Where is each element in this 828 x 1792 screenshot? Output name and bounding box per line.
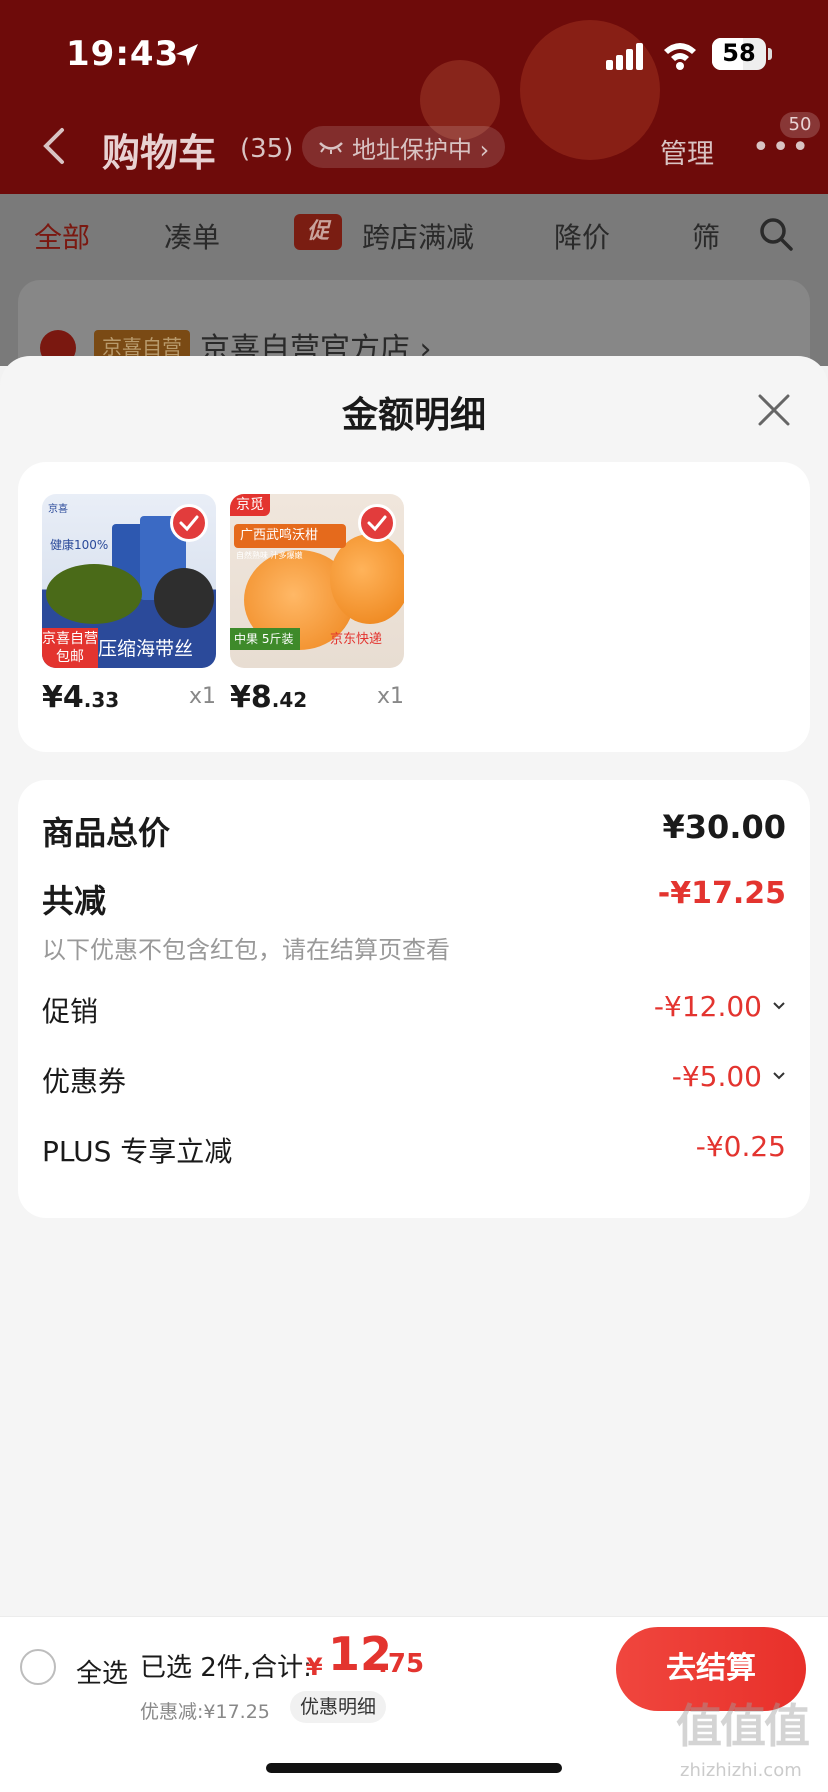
product-price: ¥4.33 bbox=[42, 680, 119, 715]
page-title: 购物车 bbox=[102, 131, 217, 175]
coupon-value: -¥5.00 bbox=[671, 1060, 762, 1093]
product-quantity: x1 bbox=[188, 684, 216, 709]
tab-filter[interactable]: 筛 bbox=[692, 216, 720, 256]
select-all-radio[interactable] bbox=[20, 1649, 56, 1685]
close-icon[interactable] bbox=[756, 392, 792, 428]
selected-summary: 已选 2件,合计: bbox=[140, 1653, 312, 1683]
cart-navbar: 购物车 (35) 地址保护中 › 管理 ••• 50 bbox=[0, 112, 828, 182]
status-time: 19:43 bbox=[66, 34, 180, 74]
battery-indicator: 58 bbox=[712, 38, 772, 70]
total-price-value: ¥30.00 bbox=[662, 808, 786, 846]
thumb-tag-bottom: 包邮 bbox=[56, 649, 84, 665]
amount-detail-sheet: 金额明细 京喜 健康100% 杜绝添加 京喜自营 包邮 压缩海带丝 ¥4.33 … bbox=[0, 356, 828, 1792]
product-price: ¥8.42 bbox=[230, 680, 307, 715]
discount-detail-button[interactable]: 优惠明细 bbox=[290, 1691, 387, 1723]
coupon-label: 优惠券 bbox=[42, 1065, 127, 1098]
total-price-label: 商品总价 bbox=[42, 814, 171, 852]
selected-check-icon[interactable] bbox=[170, 504, 208, 542]
thumb-product-name: 广西武鸣沃柑 bbox=[234, 524, 346, 548]
total-currency: ¥ bbox=[306, 1653, 323, 1681]
closed-eye-icon bbox=[319, 142, 343, 154]
discount-amount: 优惠减:¥17.25 bbox=[140, 1701, 270, 1723]
product-quantity: x1 bbox=[376, 684, 404, 709]
cart-count: (35) bbox=[240, 134, 294, 164]
thumb-weight: 中果 5斤装 bbox=[230, 628, 300, 650]
sheet-title: 金额明细 bbox=[341, 395, 486, 436]
chevron-down-icon[interactable] bbox=[772, 1000, 786, 1012]
thumb-brand: 京觅 bbox=[230, 494, 270, 516]
manage-button[interactable]: 管理 bbox=[660, 132, 714, 171]
tab-bundle[interactable]: 凑单 bbox=[164, 216, 220, 256]
price-decimal: .33 bbox=[83, 688, 120, 712]
total-decimal: .75 bbox=[378, 1649, 425, 1679]
thumb-product-name: 压缩海带丝 bbox=[98, 638, 194, 660]
total-discount-value: -¥17.25 bbox=[657, 876, 786, 911]
tab-all[interactable]: 全部 bbox=[34, 216, 90, 256]
promotion-value: -¥12.00 bbox=[653, 990, 762, 1023]
thumb-brand: 京喜 bbox=[48, 504, 68, 515]
cellular-signal-icon bbox=[606, 43, 643, 70]
back-chevron-icon[interactable] bbox=[40, 126, 68, 166]
select-all-label[interactable]: 全选 bbox=[76, 1653, 128, 1690]
discount-note: 以下优惠不包含红包，请在结算页查看 bbox=[42, 936, 450, 964]
promotion-label: 促销 bbox=[42, 995, 99, 1028]
message-badge: 50 bbox=[780, 112, 820, 138]
watermark-domain: zhizhizhi.com bbox=[680, 1760, 802, 1781]
seaweed-image bbox=[46, 564, 142, 624]
promo-tag: 促 bbox=[294, 214, 342, 250]
home-indicator bbox=[266, 1763, 562, 1773]
total-discount-label: 共减 bbox=[42, 882, 107, 920]
address-protection-pill[interactable]: 地址保护中 › bbox=[302, 126, 506, 168]
product-list-card: 京喜 健康100% 杜绝添加 京喜自营 包邮 压缩海带丝 ¥4.33 x1 京觅… bbox=[18, 462, 810, 752]
plus-discount-value: -¥0.25 bbox=[695, 1130, 786, 1163]
status-bar: 19:43 58 bbox=[0, 0, 828, 110]
tab-cross-store[interactable]: 跨店满减 bbox=[362, 216, 474, 256]
price-integer: ¥8 bbox=[230, 680, 272, 715]
location-arrow-icon bbox=[176, 44, 198, 66]
battery-level: 58 bbox=[722, 39, 756, 67]
thumb-subtitle: 自然熟味 汁多爆嫩 bbox=[236, 551, 303, 560]
plus-discount-label: PLUS 专享立减 bbox=[42, 1135, 233, 1168]
address-protection-label: 地址保护中 › bbox=[352, 135, 490, 164]
price-decimal: .42 bbox=[271, 688, 308, 712]
battery-nub bbox=[768, 48, 772, 60]
tab-price-drop[interactable]: 降价 bbox=[554, 216, 610, 256]
price-integer: ¥4 bbox=[42, 680, 84, 715]
thumb-shipping: 京东快递 bbox=[330, 632, 383, 647]
selected-check-icon[interactable] bbox=[358, 504, 396, 542]
price-summary-card: 商品总价 ¥30.00 共减 -¥17.25 以下优惠不包含红包，请在结算页查看… bbox=[18, 780, 810, 1218]
watermark-logo: 值值值 bbox=[676, 1699, 810, 1753]
thumb-tags: 京喜自营 包邮 bbox=[42, 628, 98, 668]
search-icon[interactable] bbox=[758, 216, 794, 252]
thumb-tag-top: 京喜自营 bbox=[42, 631, 98, 647]
wifi-icon bbox=[664, 43, 696, 70]
chevron-down-icon[interactable] bbox=[772, 1070, 786, 1082]
filter-tabs: 全部 凑单 促 跨店满减 降价 筛 bbox=[0, 194, 828, 276]
seaweed-cake-image bbox=[154, 568, 214, 628]
